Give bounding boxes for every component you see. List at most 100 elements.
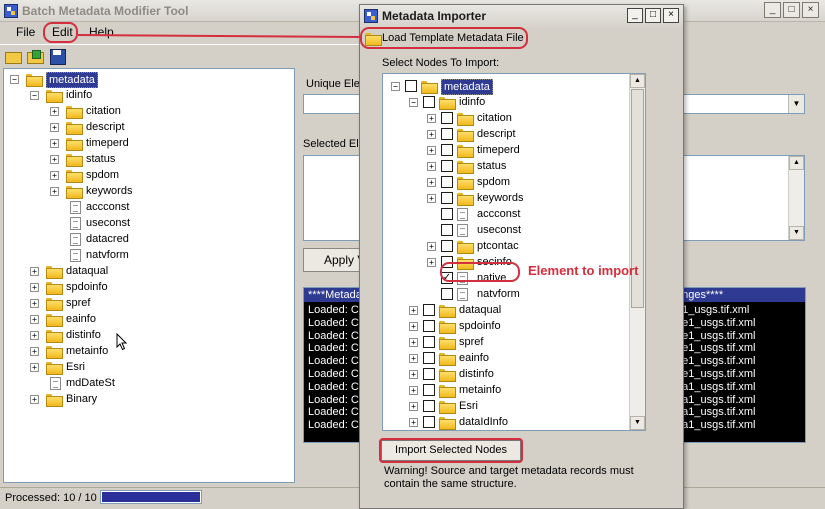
import-node-dataidinfo[interactable]: + dataIdInfo bbox=[383, 414, 627, 430]
expand-icon[interactable]: + bbox=[50, 171, 59, 180]
tree-node-accconst[interactable]: accconst bbox=[4, 199, 284, 215]
checkbox[interactable] bbox=[441, 160, 453, 172]
tree-node-status[interactable]: + status bbox=[4, 151, 284, 167]
tree-node-natvform[interactable]: natvform bbox=[4, 247, 284, 263]
import-node-timeperd[interactable]: + timeperd bbox=[383, 142, 627, 158]
expand-icon[interactable]: + bbox=[30, 267, 39, 276]
expand-icon[interactable]: + bbox=[427, 130, 436, 139]
tree-node-binary[interactable]: + Binary bbox=[4, 391, 284, 407]
import-node-citation[interactable]: + citation bbox=[383, 110, 627, 126]
checkbox[interactable] bbox=[441, 112, 453, 124]
expand-icon[interactable]: + bbox=[409, 370, 418, 379]
import-tree-scrollbar[interactable]: ▲ ▼ bbox=[629, 74, 645, 430]
expand-icon[interactable]: + bbox=[30, 331, 39, 340]
import-node-spdom[interactable]: + spdom bbox=[383, 174, 627, 190]
expand-icon[interactable]: + bbox=[30, 299, 39, 308]
scroll-up-icon[interactable]: ▲ bbox=[789, 156, 804, 170]
checkbox[interactable] bbox=[423, 416, 435, 428]
expand-icon[interactable]: + bbox=[409, 306, 418, 315]
selected-box-scrollbar[interactable]: ▲ ▼ bbox=[788, 156, 804, 240]
expand-icon[interactable]: + bbox=[409, 322, 418, 331]
tree-node-distinfo[interactable]: + distinfo bbox=[4, 327, 284, 343]
menu-file[interactable]: File bbox=[16, 25, 35, 39]
import-nodes-tree[interactable]: ▲ ▼ − metadata − idinfo + citation + descript + t… bbox=[382, 73, 646, 431]
maximize-button[interactable]: □ bbox=[783, 2, 800, 18]
tree-node-keywords[interactable]: + keywords bbox=[4, 183, 284, 199]
collapse-icon[interactable]: − bbox=[30, 91, 39, 100]
expand-icon[interactable]: + bbox=[50, 139, 59, 148]
expand-icon[interactable]: + bbox=[30, 395, 39, 404]
minimize-button[interactable]: _ bbox=[764, 2, 781, 18]
expand-icon[interactable]: + bbox=[30, 283, 39, 292]
expand-icon[interactable]: + bbox=[427, 194, 436, 203]
metadata-tree[interactable]: − metadata − idinfo + citation + descript + timep… bbox=[3, 68, 295, 483]
menu-help[interactable]: Help bbox=[89, 25, 114, 39]
tree-node-spdom[interactable]: + spdom bbox=[4, 167, 284, 183]
expand-icon[interactable]: + bbox=[30, 315, 39, 324]
import-node-spref[interactable]: + spref bbox=[383, 334, 627, 350]
expand-icon[interactable]: + bbox=[409, 354, 418, 363]
open-folder-icon[interactable] bbox=[4, 48, 22, 64]
tree-node-mddatest[interactable]: mdDateSt bbox=[4, 375, 284, 391]
expand-icon[interactable]: + bbox=[50, 107, 59, 116]
expand-icon[interactable]: + bbox=[50, 187, 59, 196]
collapse-icon[interactable]: − bbox=[10, 75, 19, 84]
checkbox[interactable] bbox=[423, 320, 435, 332]
expand-icon[interactable]: + bbox=[409, 386, 418, 395]
checkbox[interactable] bbox=[441, 144, 453, 156]
tree-node-metainfo[interactable]: + metainfo bbox=[4, 343, 284, 359]
tree-node-esri[interactable]: + Esri bbox=[4, 359, 284, 375]
import-node-eainfo[interactable]: + eainfo bbox=[383, 350, 627, 366]
checkbox[interactable] bbox=[423, 368, 435, 380]
expand-icon[interactable]: + bbox=[427, 114, 436, 123]
tree-node-timeperd[interactable]: + timeperd bbox=[4, 135, 284, 151]
expand-icon[interactable]: + bbox=[409, 418, 418, 427]
chevron-down-icon[interactable]: ▼ bbox=[788, 95, 804, 113]
checkbox[interactable] bbox=[423, 96, 435, 108]
checkbox[interactable] bbox=[423, 352, 435, 364]
checkbox[interactable] bbox=[441, 240, 453, 252]
expand-icon[interactable]: + bbox=[50, 155, 59, 164]
tree-node-spdoinfo[interactable]: + spdoinfo bbox=[4, 279, 284, 295]
import-node-useconst[interactable]: useconst bbox=[383, 222, 627, 238]
import-node-natvform[interactable]: natvform bbox=[383, 286, 627, 302]
import-node-spdoinfo[interactable]: + spdoinfo bbox=[383, 318, 627, 334]
scroll-down-icon[interactable]: ▼ bbox=[789, 226, 804, 240]
checkbox[interactable] bbox=[441, 288, 453, 300]
expand-icon[interactable]: + bbox=[50, 123, 59, 132]
import-node-metadata[interactable]: − metadata bbox=[383, 78, 627, 95]
dialog-close-button[interactable]: × bbox=[663, 8, 679, 23]
dialog-minimize-button[interactable]: _ bbox=[627, 8, 643, 23]
save-icon[interactable] bbox=[48, 48, 66, 65]
dialog-maximize-button[interactable]: □ bbox=[645, 8, 661, 23]
import-node-accconst[interactable]: accconst bbox=[383, 206, 627, 222]
checkbox[interactable] bbox=[423, 336, 435, 348]
scroll-up-icon[interactable]: ▲ bbox=[630, 74, 645, 88]
import-node-dataqual[interactable]: + dataqual bbox=[383, 302, 627, 318]
tree-node-useconst[interactable]: useconst bbox=[4, 215, 284, 231]
scroll-down-icon[interactable]: ▼ bbox=[630, 416, 645, 430]
collapse-icon[interactable]: − bbox=[409, 98, 418, 107]
tree-node-eainfo[interactable]: + eainfo bbox=[4, 311, 284, 327]
import-node-esri[interactable]: + Esri bbox=[383, 398, 627, 414]
expand-icon[interactable]: + bbox=[409, 338, 418, 347]
checkbox[interactable] bbox=[423, 304, 435, 316]
expand-icon[interactable]: + bbox=[409, 402, 418, 411]
close-button[interactable]: × bbox=[802, 2, 819, 18]
import-node-descript[interactable]: + descript bbox=[383, 126, 627, 142]
checkbox[interactable] bbox=[441, 192, 453, 204]
import-folder-icon[interactable] bbox=[26, 48, 44, 64]
expand-icon[interactable]: + bbox=[427, 258, 436, 267]
expand-icon[interactable]: + bbox=[427, 178, 436, 187]
expand-icon[interactable]: + bbox=[427, 242, 436, 251]
expand-icon[interactable]: + bbox=[427, 146, 436, 155]
checkbox[interactable] bbox=[423, 400, 435, 412]
tree-node-idinfo[interactable]: − idinfo bbox=[4, 87, 284, 103]
import-node-status[interactable]: + status bbox=[383, 158, 627, 174]
import-node-distinfo[interactable]: + distinfo bbox=[383, 366, 627, 382]
import-node-idinfo[interactable]: − idinfo bbox=[383, 94, 627, 110]
checkbox[interactable] bbox=[441, 208, 453, 220]
checkbox[interactable] bbox=[405, 80, 417, 92]
tree-node-descript[interactable]: + descript bbox=[4, 119, 284, 135]
tree-node-metadata[interactable]: − metadata bbox=[4, 71, 284, 88]
